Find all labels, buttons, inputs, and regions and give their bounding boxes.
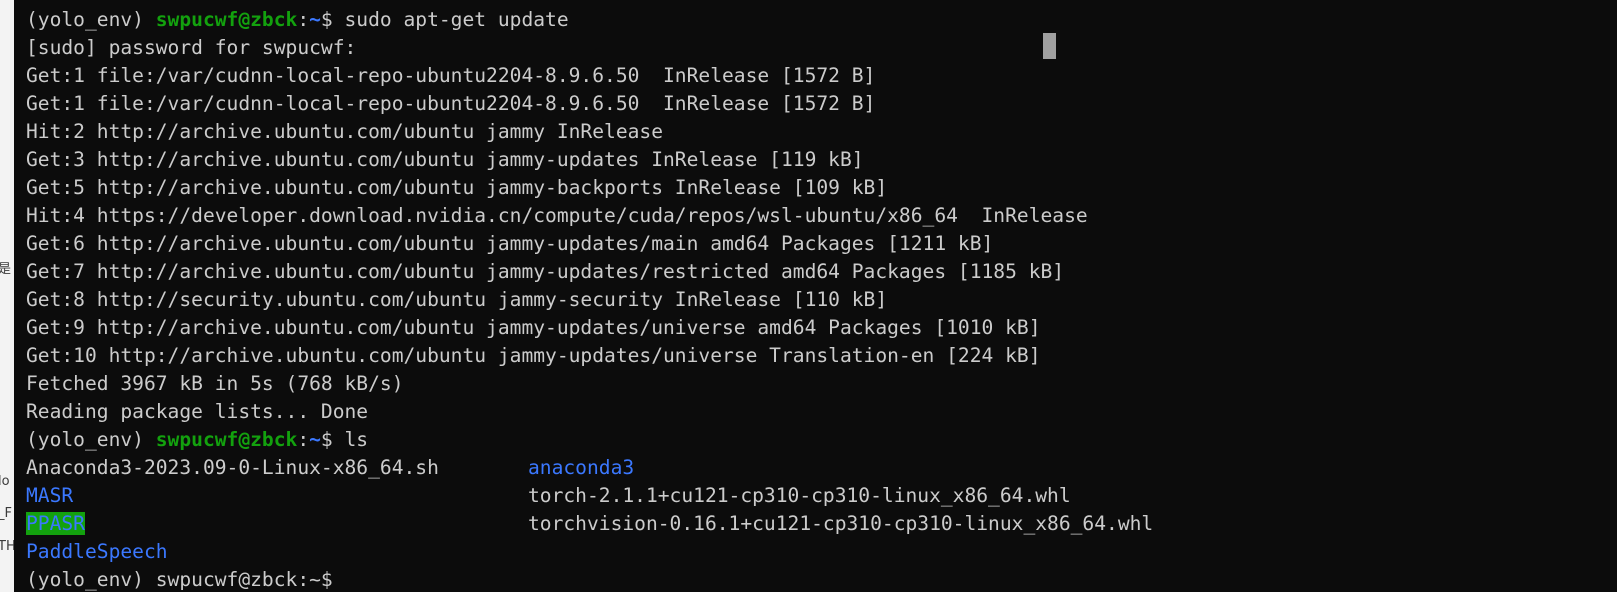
prompt-command: sudo apt-get update bbox=[344, 8, 569, 31]
output-line: [sudo] password for swpucwf: bbox=[26, 36, 357, 59]
output-line: Get:3 http://archive.ubuntu.com/ubuntu j… bbox=[26, 148, 864, 171]
output-line: Get:6 http://archive.ubuntu.com/ubuntu j… bbox=[26, 232, 994, 255]
prompt-line: (yolo_env) swpucwf@zbck:~$ ls bbox=[26, 426, 1088, 454]
prompt-colon: : bbox=[297, 428, 310, 451]
prompt-user-host: swpucwf@zbck bbox=[155, 428, 298, 451]
prompt-env: (yolo_env) bbox=[26, 8, 156, 31]
output-line: Get:10 http://archive.ubuntu.com/ubuntu … bbox=[26, 344, 1041, 367]
terminal-output[interactable]: (yolo_env) swpucwf@zbck:~$ sudo apt-get … bbox=[26, 6, 1153, 566]
ls-entry-directory-highlighted: PPASR bbox=[26, 512, 85, 535]
background-window-edge: 是 lo _F TH bbox=[0, 0, 15, 592]
background-window-text: lo bbox=[0, 474, 10, 489]
prompt-path: ~ bbox=[309, 8, 321, 31]
prompt-command: ls bbox=[344, 428, 369, 451]
scrollbar[interactable] bbox=[1613, 0, 1617, 592]
ls-row: MASR torch-2.1.1+cu121-cp310-cp310-linux_… bbox=[26, 482, 1088, 510]
ls-entry-file: torchvision-0.16.1+cu121-cp310-cp310-lin… bbox=[528, 512, 1154, 535]
prompt-symbol: $ bbox=[320, 8, 345, 31]
prompt-env: (yolo_env) bbox=[26, 428, 156, 451]
prompt-user-host: swpucwf@zbck bbox=[155, 8, 298, 31]
ls-row: PaddleSpeech bbox=[26, 538, 1088, 566]
output-line: Fetched 3967 kB in 5s (768 kB/s) bbox=[26, 372, 404, 395]
ls-row: PPASR torchvision-0.16.1+cu121-cp310-cp31… bbox=[26, 510, 1153, 538]
prompt-line: (yolo_env) swpucwf@zbck:~$ sudo apt-get … bbox=[26, 6, 1088, 34]
terminal-window[interactable]: (yolo_env) swpucwf@zbck:~$ sudo apt-get … bbox=[14, 0, 1617, 592]
output-line: Get:5 http://archive.ubuntu.com/ubuntu j… bbox=[26, 176, 888, 199]
background-window-text: TH bbox=[0, 539, 15, 554]
output-line: Get:9 http://archive.ubuntu.com/ubuntu j… bbox=[26, 316, 1041, 339]
prompt-path: ~ bbox=[309, 428, 321, 451]
output-line: Get:7 http://archive.ubuntu.com/ubuntu j… bbox=[26, 260, 1065, 283]
output-line: Get:8 http://security.ubuntu.com/ubuntu … bbox=[26, 288, 888, 311]
text-cursor bbox=[1043, 33, 1056, 59]
output-line: Get:1 file:/var/cudnn-local-repo-ubuntu2… bbox=[26, 92, 876, 115]
ls-entry-file: Anaconda3-2023.09-0-Linux-x86_64.sh bbox=[26, 456, 439, 479]
previous-line-fragment bbox=[74, 0, 104, 4]
partial-prompt-line: (yolo_env) swpucwf@zbck:~$ bbox=[26, 568, 333, 591]
output-line: Reading package lists... Done bbox=[26, 400, 369, 423]
ls-entry-directory: MASR bbox=[26, 484, 74, 507]
output-line: Hit:4 https://developer.download.nvidia.… bbox=[26, 204, 1088, 227]
ls-row: Anaconda3-2023.09-0-Linux-x86_64.sh anaco… bbox=[26, 454, 1088, 482]
output-line: Hit:2 http://archive.ubuntu.com/ubuntu j… bbox=[26, 120, 664, 143]
background-window-text: _F bbox=[0, 506, 12, 521]
screen: 是 lo _F TH (yolo_env) swpucwf@zbck:~$ su… bbox=[0, 0, 1617, 592]
output-line: Get:1 file:/var/cudnn-local-repo-ubuntu2… bbox=[26, 64, 876, 87]
ls-entry-directory: PaddleSpeech bbox=[26, 540, 168, 563]
prompt-symbol: $ bbox=[320, 428, 345, 451]
background-window-text: 是 bbox=[0, 258, 11, 277]
prompt-colon: : bbox=[297, 8, 310, 31]
ls-entry-file: torch-2.1.1+cu121-cp310-cp310-linux_x86_… bbox=[528, 484, 1071, 507]
ls-entry-directory: anaconda3 bbox=[528, 456, 635, 479]
